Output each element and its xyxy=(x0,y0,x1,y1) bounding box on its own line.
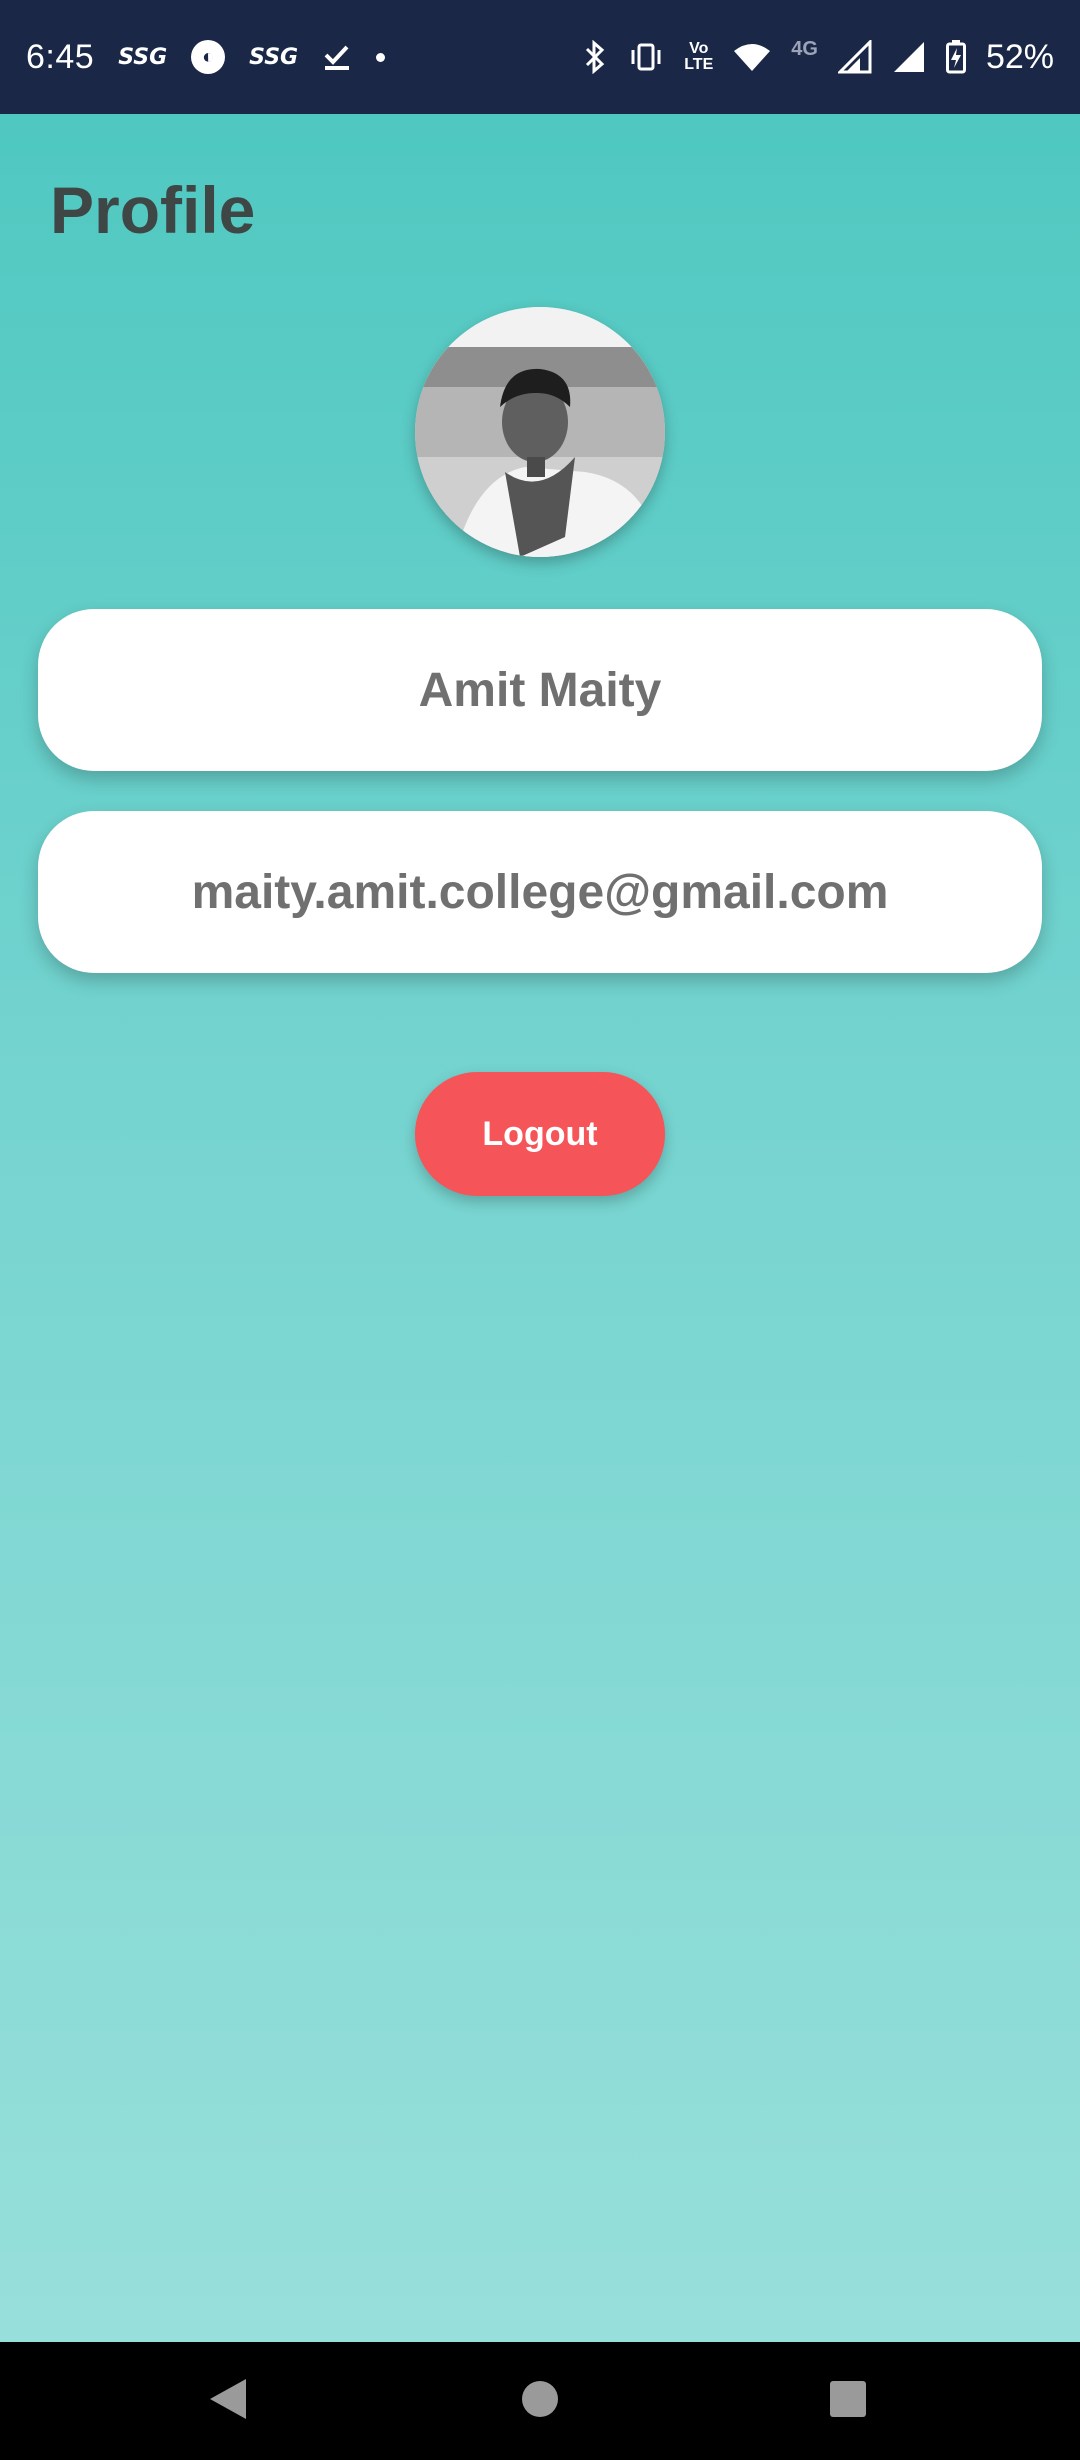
recents-button[interactable] xyxy=(788,2342,908,2460)
back-button[interactable] xyxy=(168,2342,288,2460)
status-bar: 6:45 SSG ◐ SSG Vo LTE 4G 52% xyxy=(0,0,1080,114)
battery-charging-icon xyxy=(945,40,966,74)
volte-line1: Vo xyxy=(689,40,709,57)
home-icon xyxy=(520,2379,560,2424)
ssg-app-icon: SSG xyxy=(249,44,299,70)
status-time: 6:45 xyxy=(26,37,95,76)
name-value: Amit Maity xyxy=(418,663,662,717)
check-icon xyxy=(322,42,352,72)
volte-line2: LTE xyxy=(684,56,714,73)
logout-button[interactable]: Logout xyxy=(415,1072,665,1196)
vibrate-icon xyxy=(628,42,664,72)
avatar xyxy=(415,307,665,557)
battery-percent: 52% xyxy=(985,37,1054,76)
back-icon xyxy=(208,2377,248,2426)
email-field: maity.amit.college@gmail.com xyxy=(38,811,1042,973)
page-title: Profile xyxy=(50,173,256,247)
status-right: Vo LTE 4G 52% xyxy=(582,38,1054,77)
navigation-bar xyxy=(0,2342,1080,2460)
dot-icon xyxy=(376,52,386,62)
wifi-icon xyxy=(733,42,771,72)
email-value: maity.amit.college@gmail.com xyxy=(191,865,889,919)
volte-icon: Vo LTE xyxy=(684,41,713,73)
logout-label: Logout xyxy=(482,1114,598,1153)
ssg-app-icon: SSG xyxy=(118,44,168,70)
network-type-label: 4G xyxy=(791,37,818,60)
home-button[interactable] xyxy=(480,2342,600,2460)
recents-icon xyxy=(828,2379,868,2424)
signal-icon xyxy=(892,40,926,74)
status-left: 6:45 SSG ◐ SSG xyxy=(26,37,386,77)
profile-screen: Profile Amit Maity maity.amit.college@gm… xyxy=(0,114,1080,2342)
name-field: Amit Maity xyxy=(38,609,1042,771)
circle-app-icon: ◐ xyxy=(191,40,226,74)
bluetooth-icon xyxy=(582,40,608,74)
signal-icon xyxy=(837,40,872,74)
